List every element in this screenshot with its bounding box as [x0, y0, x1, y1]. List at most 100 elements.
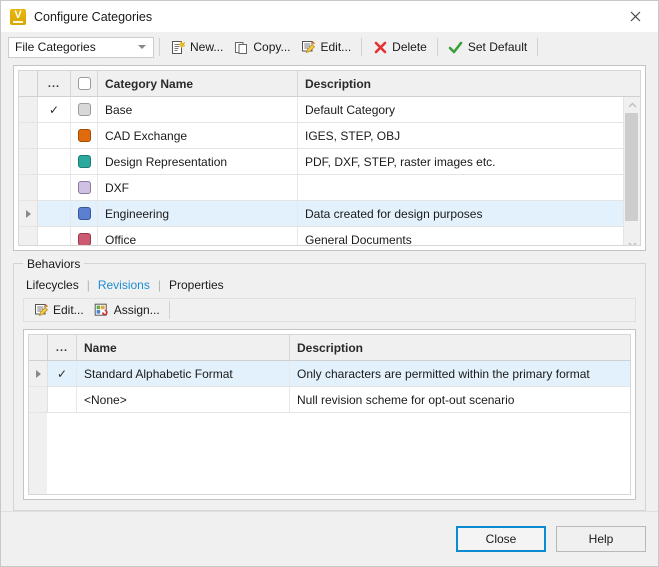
color-swatch — [78, 181, 91, 194]
category-description-cell: IGES, STEP, OBJ — [298, 123, 623, 148]
row-indicator — [19, 149, 38, 174]
category-name-column-header[interactable]: Category Name — [98, 71, 298, 96]
behaviors-toolbar-divider — [169, 301, 170, 319]
description-column-header[interactable]: Description — [298, 71, 640, 96]
categories-grid: ... Category Name Description ✓ Base Def… — [18, 70, 641, 246]
new-button-label: New... — [190, 41, 223, 53]
categories-grid-scrollbar[interactable] — [623, 97, 640, 246]
toolbar-divider — [159, 38, 160, 56]
categories-grid-body: ✓ Base Default Category CAD Exchange IGE… — [19, 97, 640, 246]
row-indicator — [29, 361, 48, 386]
default-flag-cell — [48, 387, 77, 412]
table-row[interactable]: ✓ Standard Alphabetic Format Only charac… — [29, 361, 630, 387]
check-mark-icon — [448, 39, 464, 55]
close-button[interactable]: Close — [456, 526, 546, 552]
categories-grid-header: ... Category Name Description — [19, 71, 640, 97]
behaviors-tabs: Lifecycles | Revisions | Properties — [23, 276, 636, 294]
flag-column-label: ... — [48, 81, 60, 87]
copy-icon — [233, 39, 249, 55]
behaviors-assign-button[interactable]: Assign... — [89, 299, 165, 321]
category-type-select[interactable]: File Categories — [8, 37, 154, 58]
new-document-icon — [170, 39, 186, 55]
revision-description-column-header[interactable]: Description — [290, 335, 630, 360]
table-row[interactable]: DXF — [19, 175, 623, 201]
category-description-cell: PDF, DXF, STEP, raster images etc. — [298, 149, 623, 174]
color-swatch — [78, 155, 91, 168]
select-all-checkbox[interactable] — [78, 77, 91, 90]
current-row-arrow-icon — [26, 210, 31, 218]
flag-column-header: ... — [48, 335, 77, 360]
category-description-cell: General Documents — [298, 227, 623, 246]
category-name-cell: DXF — [98, 175, 298, 200]
default-check-icon: ✓ — [49, 103, 59, 117]
toolbar-divider-4 — [537, 38, 538, 56]
chevron-up-icon[interactable] — [624, 97, 640, 113]
configure-categories-dialog: V Configure Categories File Categories N… — [0, 0, 659, 567]
table-row[interactable]: <None> Null revision scheme for opt-out … — [29, 387, 630, 413]
tab-lifecycles[interactable]: Lifecycles — [25, 278, 80, 292]
category-name-cell: Base — [98, 97, 298, 122]
revision-description-cell: Null revision scheme for opt-out scenari… — [290, 387, 630, 412]
grid-empty-area — [29, 413, 630, 494]
default-flag-cell: ✓ — [38, 97, 71, 122]
new-button[interactable]: New... — [165, 36, 228, 58]
row-indicator — [29, 387, 48, 412]
main-toolbar: File Categories New... Copy... — [1, 34, 658, 60]
table-row[interactable]: Office General Documents — [19, 227, 623, 246]
color-swatch-cell[interactable] — [71, 201, 98, 226]
behaviors-group-label: Behaviors — [23, 257, 84, 271]
toolbar-divider-3 — [437, 38, 438, 56]
category-type-value: File Categories — [15, 40, 96, 54]
table-row[interactable]: Design Representation PDF, DXF, STEP, ra… — [19, 149, 623, 175]
table-row[interactable]: Engineering Data created for design purp… — [19, 201, 623, 227]
category-name-cell: CAD Exchange — [98, 123, 298, 148]
title-bar: V Configure Categories — [1, 1, 658, 33]
close-icon[interactable] — [613, 2, 658, 32]
delete-button-label: Delete — [392, 41, 427, 53]
table-row[interactable]: ✓ Base Default Category — [19, 97, 623, 123]
color-swatch-cell[interactable] — [71, 149, 98, 174]
revisions-panel: ... Name Description ✓ Standard Alphabet… — [23, 329, 636, 500]
color-swatch-cell[interactable] — [71, 175, 98, 200]
set-default-button-label: Set Default — [468, 41, 527, 53]
table-row[interactable]: CAD Exchange IGES, STEP, OBJ — [19, 123, 623, 149]
copy-button[interactable]: Copy... — [228, 36, 295, 58]
tab-revisions[interactable]: Revisions — [97, 278, 151, 292]
chevron-down-icon — [138, 45, 146, 49]
category-description-cell: Data created for design purposes — [298, 201, 623, 226]
default-flag-cell — [38, 175, 71, 200]
default-flag-cell: ✓ — [48, 361, 77, 386]
color-swatch-cell[interactable] — [71, 123, 98, 148]
row-indicator-column-header — [19, 71, 38, 96]
chevron-down-icon[interactable] — [624, 237, 640, 246]
color-swatch-cell[interactable] — [71, 227, 98, 246]
default-flag-cell — [38, 227, 71, 246]
scrollbar-thumb[interactable] — [625, 113, 638, 221]
revisions-grid: ... Name Description ✓ Standard Alphabet… — [28, 334, 631, 495]
set-default-button[interactable]: Set Default — [443, 36, 532, 58]
revision-name-column-header[interactable]: Name — [77, 335, 290, 360]
scrollbar-track[interactable] — [624, 113, 640, 237]
edit-button-label: Edit... — [320, 41, 351, 53]
help-button[interactable]: Help — [556, 526, 646, 552]
vault-icon: V — [10, 9, 26, 25]
row-indicator — [19, 201, 38, 226]
flag-column-label: ... — [56, 345, 68, 351]
tab-properties[interactable]: Properties — [168, 278, 225, 292]
color-swatch — [78, 233, 91, 246]
color-swatch — [78, 207, 91, 220]
color-swatch-cell[interactable] — [71, 97, 98, 122]
category-description-cell: Default Category — [298, 97, 623, 122]
behaviors-edit-button[interactable]: Edit... — [28, 299, 89, 321]
page-title: Configure Categories — [34, 10, 613, 24]
checkbox-column-header[interactable] — [71, 71, 98, 96]
category-description-cell — [298, 175, 623, 200]
revision-description-cell: Only characters are permitted within the… — [290, 361, 630, 386]
category-name-cell: Engineering — [98, 201, 298, 226]
row-indicator — [19, 97, 38, 122]
delete-x-icon — [372, 39, 388, 55]
edit-button[interactable]: Edit... — [295, 36, 356, 58]
default-flag-cell — [38, 201, 71, 226]
behaviors-toolbar: Edit... Assign... — [23, 298, 636, 322]
delete-button[interactable]: Delete — [367, 36, 432, 58]
